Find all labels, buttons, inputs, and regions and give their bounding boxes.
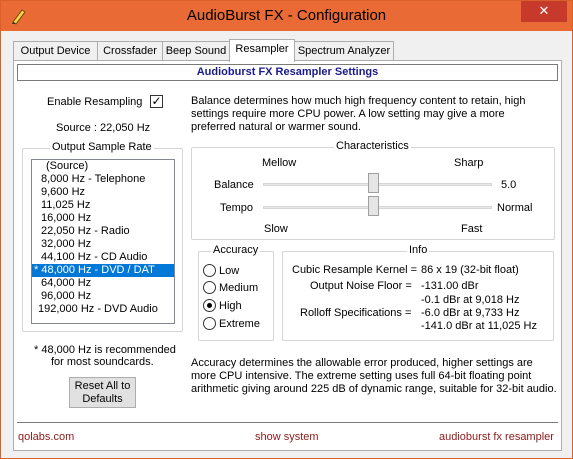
kernel-label: Cubic Resample Kernel = [292,264,418,276]
noise-floor-label: Output Noise Floor = [310,280,412,292]
rolloff-value: -6.0 dBr at 9,733 Hz [421,307,520,319]
tempo-slider-thumb[interactable] [368,196,379,216]
list-item[interactable]: 64,000 Hz [32,277,174,290]
list-item-selected[interactable]: * 48,000 Hz - DVD / DAT [32,264,174,277]
list-item[interactable]: 22,050 Hz - Radio [32,225,174,238]
accuracy-legend: Accuracy [211,244,261,256]
accuracy-low-radio[interactable] [203,264,216,277]
slow-label: Slow [264,223,288,235]
reset-defaults-label-2: Defaults [82,393,123,405]
info-legend: Info [407,244,430,256]
tab-crossfader[interactable]: Crossfader [97,41,163,61]
accuracy-high-radio[interactable] [203,299,216,312]
panel-header: Audioburst FX Resampler Settings [17,64,558,81]
balance-desc-line: preferred natural or warmer sound. [191,121,361,133]
output-sample-rate-legend: Output Sample Rate [50,141,154,153]
mellow-label: Mellow [262,157,297,169]
enable-resampling-checkbox[interactable]: ✓ [150,95,163,108]
qolabs-link[interactable]: qolabs.com [18,431,74,443]
output-sample-rate-list[interactable]: (Source) 8,000 Hz - Telephone 9,600 Hz 1… [31,159,175,324]
window-title: AudioBurst FX - Configuration [186,7,387,24]
balance-desc-line: settings require more CPU power. A low s… [191,108,505,120]
balance-desc-line: Balance determines how much high frequen… [191,95,526,107]
tab-output-device[interactable]: Output Device [13,41,98,61]
fast-label: Fast [461,223,483,235]
list-item[interactable]: 32,000 Hz [32,238,174,251]
balance-value: 5.0 [501,179,517,191]
characteristics-group: Characteristics [191,140,555,240]
reset-defaults-label-1: Reset All to [74,380,131,392]
tab-spectrum-analyzer[interactable]: Spectrum Analyzer [294,41,394,61]
list-item[interactable]: 44,100 Hz - CD Audio [32,251,174,264]
title-bar[interactable]: AudioBurst FX - Configuration ✕ [1,1,572,31]
balance-label: Balance [214,179,254,191]
accuracy-low-label: Low [219,265,240,277]
accuracy-desc-line: Accuracy determines the allowable error … [191,357,533,369]
tab-resampler[interactable]: Resampler [229,39,295,62]
list-item[interactable]: 11,025 Hz [32,199,174,212]
sharp-label: Sharp [454,157,484,169]
show-system-link[interactable]: show system [255,431,319,443]
resampler-panel: Audioburst FX Resampler Settings Enable … [13,60,562,451]
tempo-value: Normal [497,202,533,214]
close-button[interactable]: ✕ [521,1,567,22]
config-window: AudioBurst FX - Configuration ✕ Output D… [0,0,573,459]
rolloff-value: -0.1 dBr at 9,018 Hz [421,294,520,306]
enable-resampling-label: Enable Resampling [47,96,143,108]
reset-defaults-button[interactable]: Reset All to Defaults [69,377,136,408]
noise-floor-value: -131.00 dBr [421,280,479,292]
tempo-label: Tempo [220,202,254,214]
tab-beep-sound[interactable]: Beep Sound [162,41,230,61]
recommend-note-line2: for most soundcards. [51,356,154,368]
kernel-value: 86 x 19 (32-bit float) [421,264,519,276]
accuracy-high-label: High [219,300,242,312]
list-item[interactable]: 16,000 Hz [32,212,174,225]
rolloff-value: -141.0 dBr at 11,025 Hz [421,320,537,332]
list-item[interactable]: 8,000 Hz - Telephone [32,173,174,186]
source-rate: Source : 22,050 Hz [56,122,151,134]
accuracy-extreme-label: Extreme [219,318,260,330]
accuracy-desc-line: arithmetic giving around 225 dB of dynam… [191,383,557,395]
footer-divider [17,422,558,423]
balance-slider-thumb[interactable] [368,173,379,193]
rolloff-values: -0.1 dBr at 9,018 Hz -6.0 dBr at 9,733 H… [421,294,537,333]
accuracy-medium-radio[interactable] [203,281,216,294]
balance-description: Balance determines how much high frequen… [191,95,525,134]
characteristics-legend: Characteristics [334,140,411,152]
list-item[interactable]: 96,000 Hz [32,290,174,303]
accuracy-description: Accuracy determines the allowable error … [191,357,557,396]
accuracy-extreme-radio[interactable] [203,317,216,330]
accuracy-desc-line: more CPU intensive. The extreme setting … [191,370,532,382]
list-item[interactable]: (Source) [32,160,174,173]
recommend-note-line1: * 48,000 Hz is recommended [34,344,176,356]
accuracy-medium-label: Medium [219,282,259,294]
rolloff-label: Rolloff Specifications = [300,307,412,319]
list-item[interactable]: 9,600 Hz [32,186,174,199]
resampler-help-link[interactable]: audioburst fx resampler [439,431,554,443]
list-item[interactable]: 192,000 Hz - DVD Audio [32,303,174,316]
